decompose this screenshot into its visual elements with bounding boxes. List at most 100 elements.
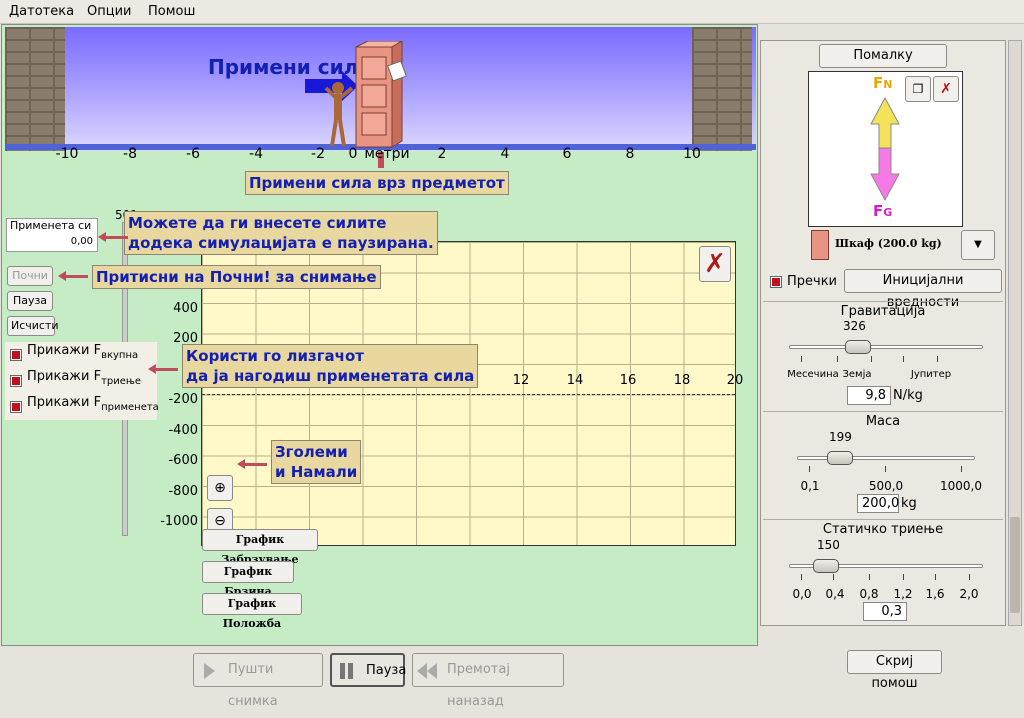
mass-field[interactable]: 200,0 xyxy=(857,494,899,513)
gravity-section: Гравитација 326 Месечина Земја Јупитер 9… xyxy=(763,301,1003,409)
tip-arrow xyxy=(148,364,178,374)
axis-tick: -10 xyxy=(55,146,79,162)
zoom-in-button[interactable]: ⊕ xyxy=(207,475,233,501)
axis-unit: метри xyxy=(364,146,410,162)
close-graph-button[interactable]: ✗ xyxy=(699,246,731,282)
x-tick: 14 xyxy=(566,373,584,388)
menu-options[interactable]: Опции xyxy=(87,4,131,19)
pause-button[interactable]: Пауза xyxy=(7,291,53,311)
x-tick: 12 xyxy=(512,373,530,388)
play-label: Пушти снимка xyxy=(228,662,278,709)
accel-graph-button[interactable]: График Забрзување xyxy=(202,529,318,566)
obstacles-checkbox[interactable] xyxy=(770,276,782,288)
friction-slider-value: 150 xyxy=(817,538,840,552)
reset-button[interactable]: Иницијални вредности xyxy=(844,269,1002,310)
gravity-tick: Земја xyxy=(842,369,872,380)
velocity-graph-button[interactable]: График Брзина xyxy=(202,561,294,598)
show-applied-label: Прикажи Fприменета xyxy=(27,395,159,413)
menu-file[interactable]: Датотека xyxy=(9,4,74,19)
tip-arrow xyxy=(237,459,267,469)
free-body-diagram: ❐ ✗ FN FG xyxy=(808,71,963,227)
maximize-fbd-button[interactable]: ❐ xyxy=(905,76,931,102)
zoom-in-icon: ⊕ xyxy=(214,480,226,496)
hide-help-button[interactable]: Скриј помош xyxy=(847,650,942,691)
friction-slider-thumb[interactable] xyxy=(813,559,839,573)
zoom-out-icon: ⊖ xyxy=(214,513,226,529)
axis-tick: 4 xyxy=(500,146,510,162)
mass-tick: 1000,0 xyxy=(940,479,982,493)
x-tick: 16 xyxy=(619,373,637,388)
axis-tick: -4 xyxy=(249,146,263,162)
y-tick: -400 xyxy=(168,423,198,438)
control-panel: Помалку контроли ❐ ✗ FN FG Шкаф (200.0 k… xyxy=(760,40,1006,626)
play-recording-button[interactable]: Пушти снимка xyxy=(193,653,323,709)
menu-help[interactable]: Помош xyxy=(148,4,195,19)
cabinet-icon xyxy=(811,230,829,260)
window-icon: ❐ xyxy=(912,82,924,96)
gravity-slider-thumb[interactable] xyxy=(845,340,871,354)
gravity-tick: Јупитер xyxy=(910,369,952,380)
friction-section: Статичко триење 150 0,0 0,4 0,8 1,2 1,6 … xyxy=(763,519,1003,625)
friction-title: Статичко триење xyxy=(822,522,944,537)
close-fbd-button[interactable]: ✗ xyxy=(933,76,959,102)
show-friction-checkbox[interactable] xyxy=(10,375,22,387)
tip-enter-forces: Можете да ги внесете силите додека симул… xyxy=(124,211,438,255)
position-graph-button[interactable]: График Положба xyxy=(202,593,302,630)
panel-scrollbar[interactable] xyxy=(1008,40,1022,626)
friction-tick: 1,6 xyxy=(925,587,945,601)
axis-tick: -6 xyxy=(186,146,200,162)
chevron-down-icon: ▼ xyxy=(974,239,982,250)
y-tick: -800 xyxy=(168,484,198,499)
tip-zoom: Зголеми и Намали xyxy=(271,440,362,484)
rewind-icon xyxy=(417,663,427,679)
tip-arrow xyxy=(98,232,128,242)
mass-slider-thumb[interactable] xyxy=(827,451,853,465)
tip-use-slider: Користи го лизгачот да ја нагодиш примен… xyxy=(182,344,479,388)
friction-tick: 1,2 xyxy=(893,587,913,601)
play-icon xyxy=(204,663,215,679)
pause-playback-button[interactable]: Пауза xyxy=(330,653,407,687)
pusher-figure[interactable] xyxy=(320,80,356,148)
axis-tick: -8 xyxy=(123,146,137,162)
applied-force-box-label: Применета си xyxy=(10,219,92,232)
pause-icon xyxy=(340,663,345,679)
show-total-checkbox[interactable] xyxy=(10,349,22,361)
gravity-slider-track[interactable] xyxy=(789,345,983,349)
friction-tick: 0,0 xyxy=(792,587,812,601)
gravity-unit: N/kg xyxy=(893,388,923,403)
axis-tick: 2 xyxy=(437,146,447,162)
friction-field[interactable]: 0,3 xyxy=(863,602,907,621)
axis-tick: -2 xyxy=(311,146,325,162)
graph-zero-line xyxy=(202,394,735,395)
mass-section: Маса 199 0,1 500,0 1000,0 200,0 kg xyxy=(763,411,1003,517)
mass-slider-track[interactable] xyxy=(797,456,975,460)
gravity-tick: Месечина xyxy=(787,369,839,380)
gravity-slider-value: 326 xyxy=(843,319,866,333)
tip-press-start: Притисни на Почни! за снимање xyxy=(92,265,381,289)
cabinet-object[interactable] xyxy=(354,41,408,149)
menu-bar: Датотека Опции Помош xyxy=(0,0,1024,24)
axis-tick: 6 xyxy=(562,146,572,162)
clear-button[interactable]: Исчисти xyxy=(7,316,59,336)
pause-label: Пауза xyxy=(366,663,407,678)
tip-apply-force-object: Примени сила врз предметот xyxy=(245,171,509,195)
axis-tick: 10 xyxy=(683,146,701,162)
fg-label: FG xyxy=(873,202,893,220)
start-button[interactable]: Почни xyxy=(7,266,53,286)
gravity-field[interactable]: 9,8 xyxy=(847,386,891,405)
object-dropdown[interactable]: ▼ xyxy=(961,230,995,260)
show-total-label: Прикажи Fвкупна xyxy=(27,343,139,361)
applied-force-value[interactable]: 0,00 xyxy=(71,236,93,247)
object-name: Шкаф (200.0 kg) xyxy=(835,237,942,250)
rewind-button[interactable]: Премотај наназад xyxy=(412,653,564,709)
show-applied-checkbox[interactable] xyxy=(10,401,22,413)
mass-tick: 500,0 xyxy=(868,479,904,493)
show-friction-label: Прикажи Fтриење xyxy=(27,369,142,387)
axis-tick: 0 xyxy=(348,146,358,162)
x-tick: 20 xyxy=(726,373,744,388)
axis-tick: 8 xyxy=(625,146,635,162)
applied-force-box: Применета си 0,00 xyxy=(6,218,98,252)
scrollbar-thumb[interactable] xyxy=(1010,517,1020,613)
simulation-area: Примени сила -10 -8 -6 -4 -2 0 метри 2 4… xyxy=(1,24,758,646)
fewer-controls-button[interactable]: Помалку контроли xyxy=(819,44,947,85)
